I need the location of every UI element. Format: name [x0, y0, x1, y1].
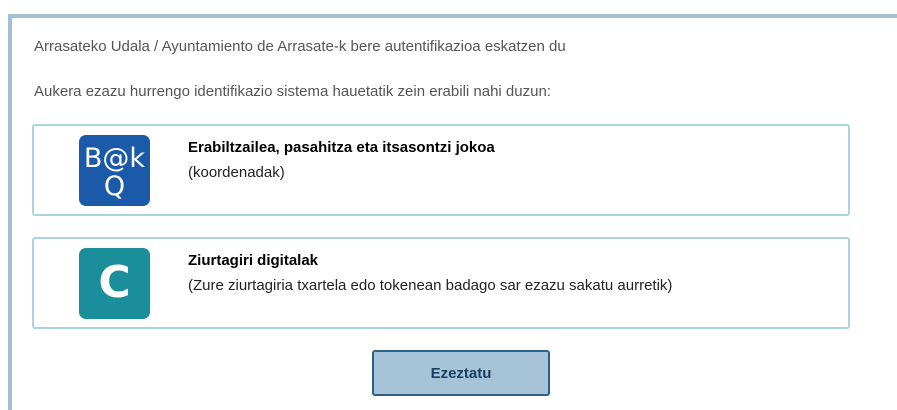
option-certificate-title: Ziurtagiri digitalak [188, 252, 319, 269]
cancel-button[interactable]: Ezeztatu [372, 350, 550, 396]
bakq-logo-text-bottom: Q [103, 171, 126, 202]
option-certificate-description: (Zure ziurtagiria txartela edo tokenean … [188, 277, 673, 294]
option-bakq-title: Erabiltzailea, pasahitza eta itsasontzi … [188, 139, 495, 156]
auth-request-text: Arrasateko Udala / Ayuntamiento de Arras… [34, 38, 566, 55]
bakq-logo-text-top: B@k [83, 143, 146, 174]
option-bakq[interactable]: B@k Q Erabiltzailea, pasahitza eta itsas… [32, 124, 850, 216]
certificate-logo-letter: C [98, 257, 131, 308]
bakq-logo-icon: B@k Q [79, 135, 150, 206]
option-bakq-description: (koordenadak) [188, 164, 285, 181]
certificate-logo-icon: C [79, 248, 150, 319]
option-digital-certificate[interactable]: C Ziurtagiri digitalak (Zure ziurtagiria… [32, 237, 850, 329]
choose-method-text: Aukera ezazu hurrengo identifikazio sist… [34, 83, 551, 100]
